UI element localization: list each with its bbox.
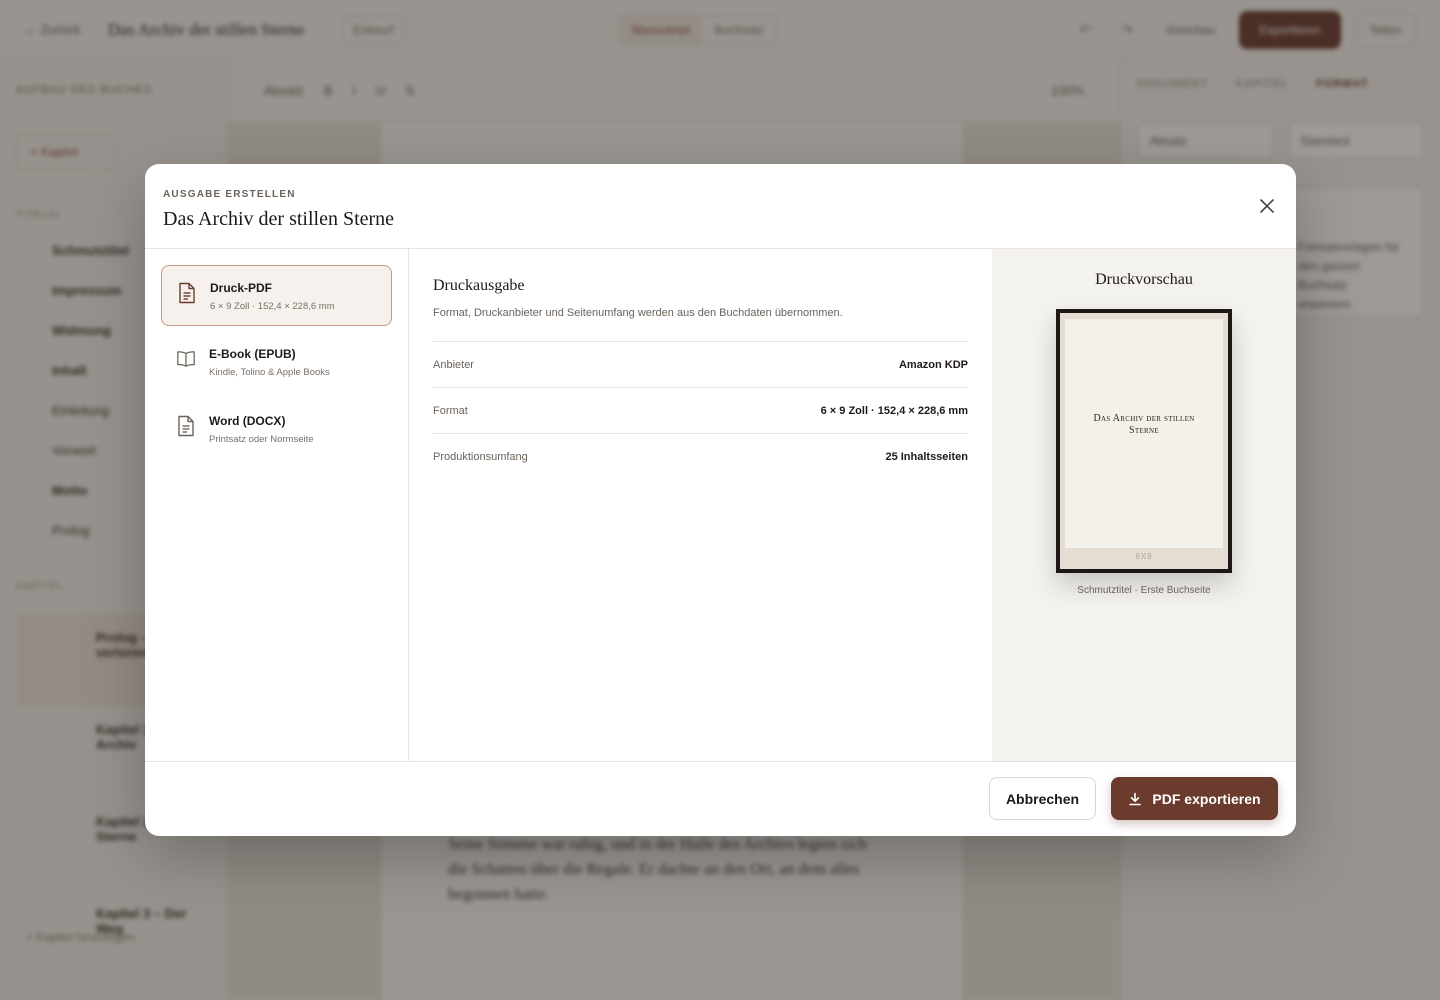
format-option-docx[interactable]: Word (DOCX) Printsatz oder Normseite bbox=[161, 399, 392, 460]
export-pdf-button[interactable]: PDF exportieren bbox=[1111, 777, 1278, 820]
format-option-label: Word (DOCX) bbox=[209, 414, 286, 428]
dialog-title: Das Archiv der stillen Sterne bbox=[163, 208, 395, 230]
preview-caption: Schmutztitel · Erste Buchseite bbox=[1077, 585, 1211, 596]
detail-key: Format bbox=[433, 404, 468, 417]
details-title: Druckausgabe bbox=[433, 277, 525, 294]
format-option-sub: 6 × 9 Zoll · 152,4 × 228,6 mm bbox=[210, 301, 335, 312]
format-option-print-pdf[interactable]: Druck-PDF 6 × 9 Zoll · 152,4 × 228,6 mm bbox=[161, 265, 392, 326]
book-preview: Das Archiv der stillen Sterne 6X9 bbox=[1056, 309, 1232, 573]
close-icon[interactable] bbox=[1255, 194, 1279, 218]
detail-value: 6 × 9 Zoll · 152,4 × 228,6 mm bbox=[820, 404, 968, 417]
format-list: Druck-PDF 6 × 9 Zoll · 152,4 × 228,6 mm … bbox=[145, 249, 409, 761]
download-icon bbox=[1129, 792, 1142, 805]
export-dialog: AUSGABE ERSTELLEN Das Archiv der stillen… bbox=[145, 164, 1296, 836]
detail-key: Produktionsumfang bbox=[433, 451, 528, 463]
details-description: Format, Druckanbieter und Seitenumfang w… bbox=[433, 307, 843, 319]
preview-book-title: Das Archiv der stillen Sterne bbox=[1093, 413, 1195, 436]
format-option-label: Druck-PDF bbox=[210, 281, 273, 295]
dialog-footer: Abbrechen PDF exportieren bbox=[145, 761, 1296, 836]
dialog-header: AUSGABE ERSTELLEN Das Archiv der stillen… bbox=[145, 164, 1296, 249]
detail-key: Anbieter bbox=[433, 358, 474, 371]
detail-row-provider: Anbieter Amazon KDP bbox=[433, 342, 968, 388]
format-details: Druckausgabe Format, Druckanbieter und S… bbox=[409, 249, 992, 761]
format-option-label: E-Book (EPUB) bbox=[209, 347, 296, 361]
format-option-sub: Printsatz oder Normseite bbox=[209, 434, 314, 445]
print-preview-pane: Druckvorschau Das Archiv der stillen Ster… bbox=[992, 249, 1296, 761]
detail-row-format: Format 6 × 9 Zoll · 152,4 × 228,6 mm bbox=[433, 388, 968, 434]
cancel-button[interactable]: Abbrechen bbox=[989, 777, 1096, 820]
format-option-epub[interactable]: E-Book (EPUB) Kindle, Tolino & Apple Boo… bbox=[161, 332, 392, 393]
detail-value: 25 Inhaltsseiten bbox=[885, 451, 968, 463]
preview-page: Das Archiv der stillen Sterne bbox=[1065, 319, 1223, 548]
detail-row-pages: Produktionsumfang 25 Inhaltsseiten bbox=[433, 434, 968, 480]
details-table: Anbieter Amazon KDP Format 6 × 9 Zoll · … bbox=[433, 341, 968, 480]
export-pdf-label: PDF exportieren bbox=[1152, 790, 1261, 807]
format-option-sub: Kindle, Tolino & Apple Books bbox=[209, 367, 330, 378]
document-icon bbox=[178, 415, 194, 437]
preview-trim-label: 6X9 bbox=[1135, 552, 1153, 561]
open-book-icon bbox=[177, 351, 195, 367]
dialog-eyebrow: AUSGABE ERSTELLEN bbox=[163, 189, 296, 200]
detail-value: Amazon KDP bbox=[898, 358, 968, 371]
preview-title: Druckvorschau bbox=[1095, 271, 1193, 288]
document-icon bbox=[179, 282, 195, 304]
